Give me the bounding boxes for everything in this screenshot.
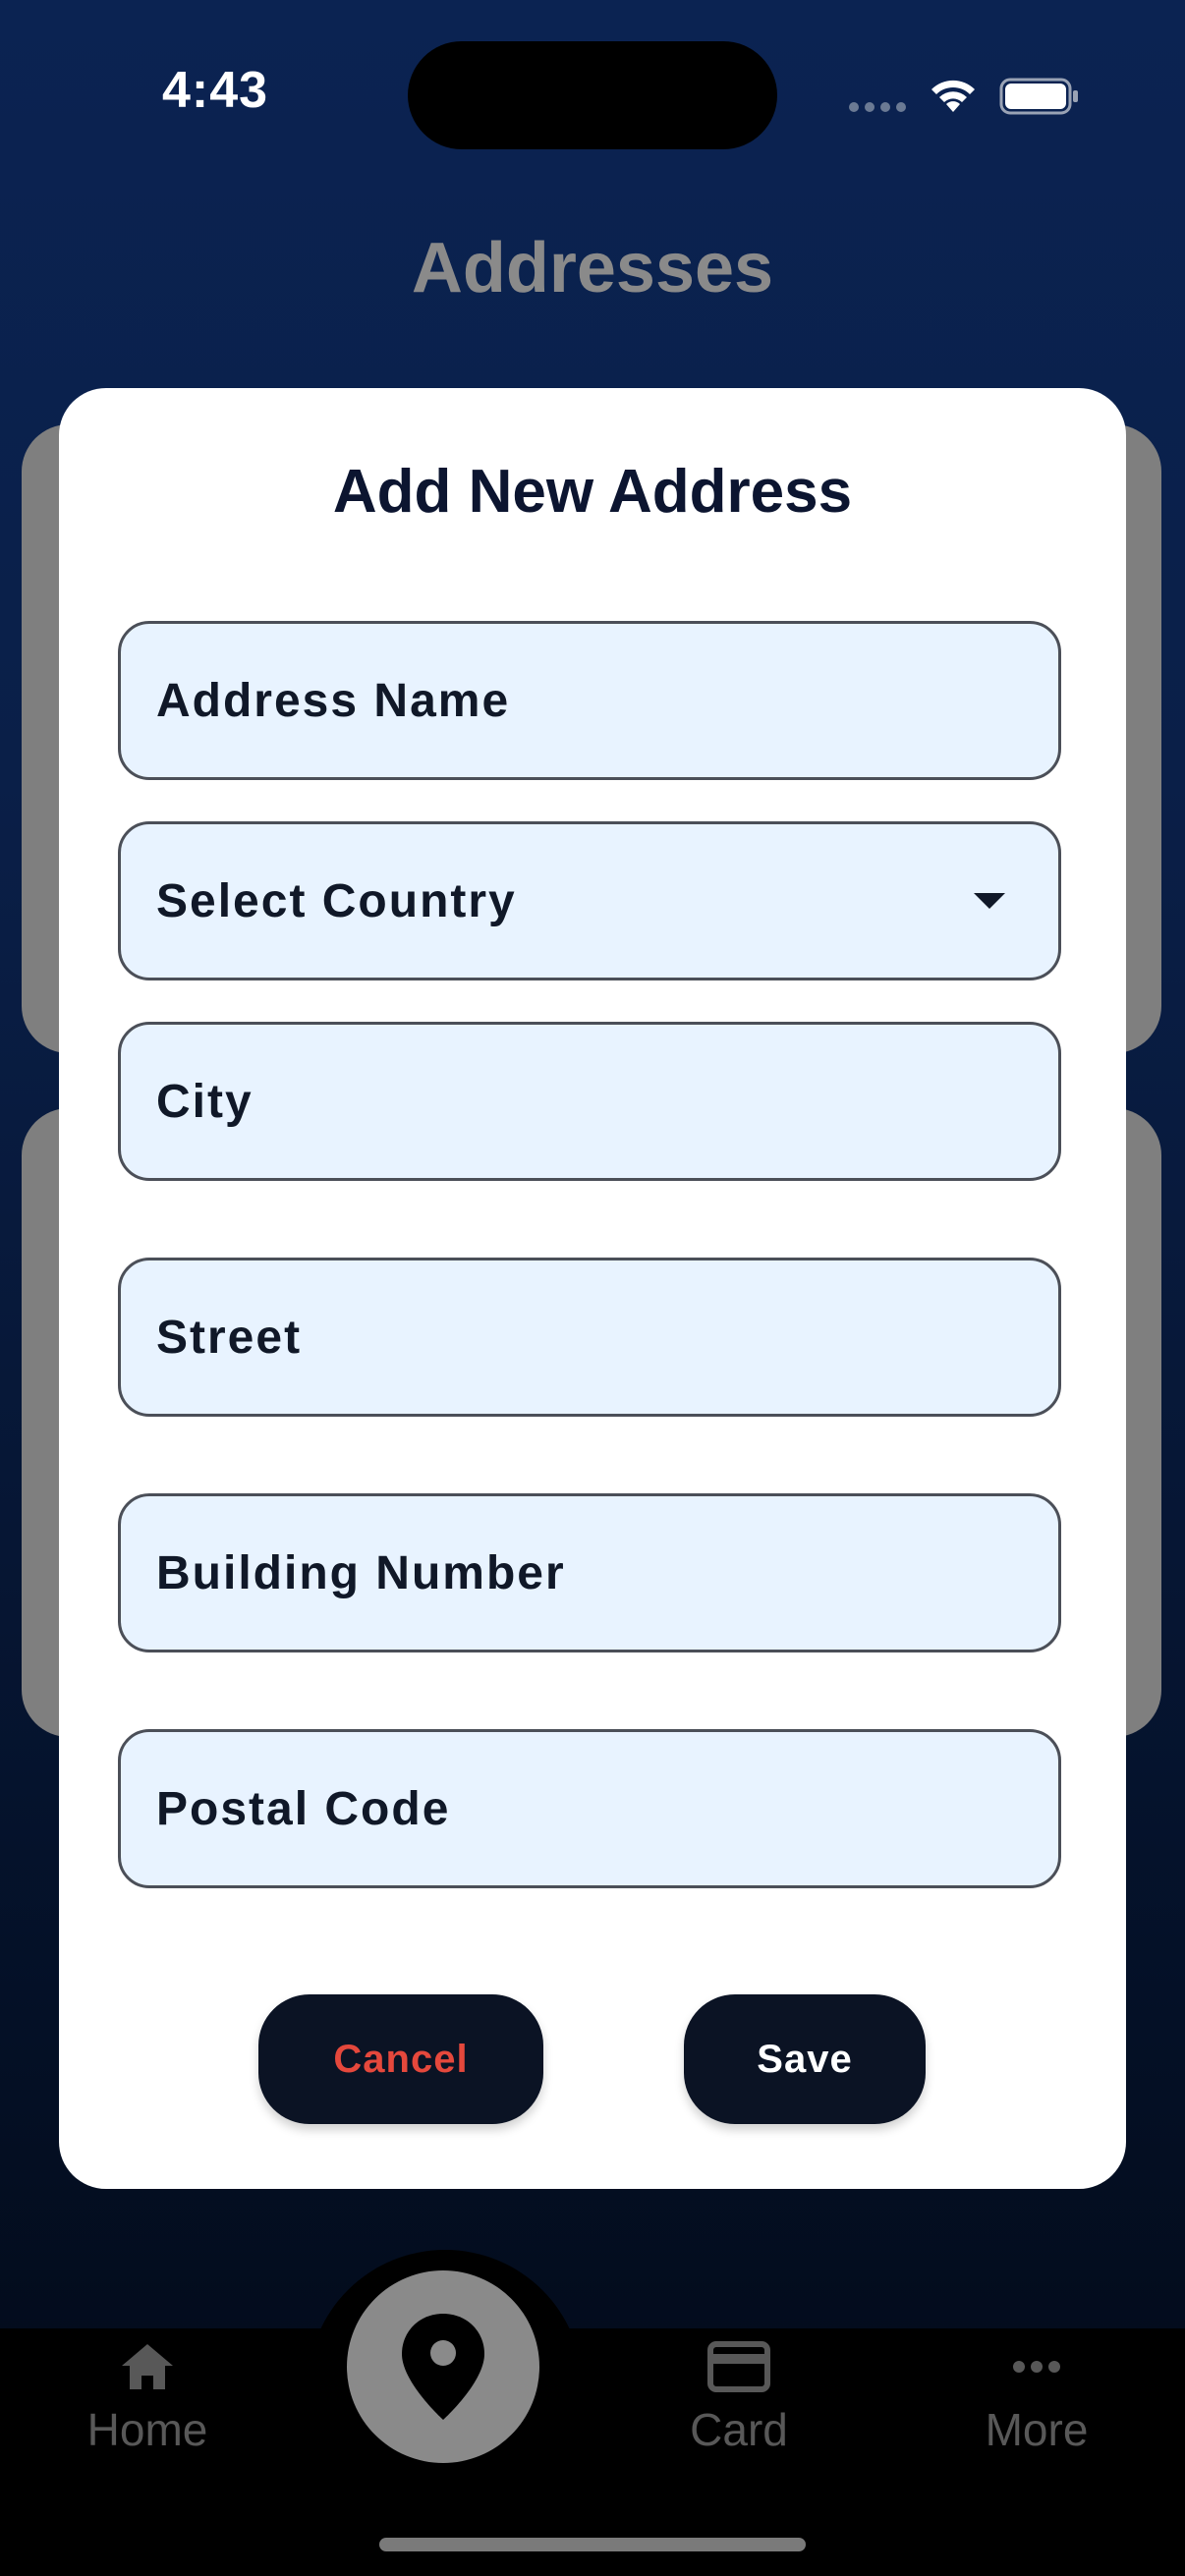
credit-card-icon [707, 2341, 770, 2392]
country-select[interactable]: Select Country [118, 821, 1061, 980]
postal-code-field[interactable]: Postal Code [118, 1729, 1061, 1888]
city-field[interactable]: City [118, 1022, 1061, 1181]
address-name-field[interactable]: Address Name [118, 621, 1061, 780]
building-number-placeholder: Building Number [156, 1546, 566, 1599]
dropdown-arrow-icon [974, 893, 1005, 909]
street-placeholder: Street [156, 1311, 303, 1364]
nav-label-card: Card [690, 2404, 788, 2455]
cancel-button[interactable]: Cancel [258, 1994, 543, 2124]
save-button[interactable]: Save [684, 1994, 926, 2124]
nav-label-home: Home [86, 2404, 208, 2455]
street-field[interactable]: Street [118, 1258, 1061, 1417]
status-time: 4:43 [162, 62, 269, 119]
nav-item-addresses[interactable] [347, 2270, 539, 2463]
nav-item-card[interactable]: Card [650, 2340, 827, 2456]
location-pin-icon [402, 2314, 484, 2420]
nav-item-home[interactable]: Home [59, 2340, 236, 2456]
nav-item-more[interactable]: More [948, 2340, 1125, 2456]
building-number-field[interactable]: Building Number [118, 1493, 1061, 1652]
address-name-placeholder: Address Name [156, 674, 511, 727]
city-placeholder: City [156, 1075, 254, 1128]
page-title: Addresses [411, 229, 774, 308]
battery-icon [999, 78, 1078, 115]
cellular-signal-icon [849, 102, 906, 112]
nav-label-more: More [985, 2404, 1089, 2455]
country-select-placeholder: Select Country [156, 874, 517, 927]
more-dots-icon [1013, 2361, 1060, 2373]
dynamic-island [408, 41, 777, 149]
home-icon [122, 2344, 173, 2389]
postal-code-placeholder: Postal Code [156, 1782, 451, 1835]
wifi-icon [931, 80, 975, 112]
home-indicator[interactable] [379, 2538, 806, 2551]
modal-title: Add New Address [332, 458, 853, 526]
add-address-modal: Add New Address Address Name Select Coun… [59, 388, 1126, 2189]
